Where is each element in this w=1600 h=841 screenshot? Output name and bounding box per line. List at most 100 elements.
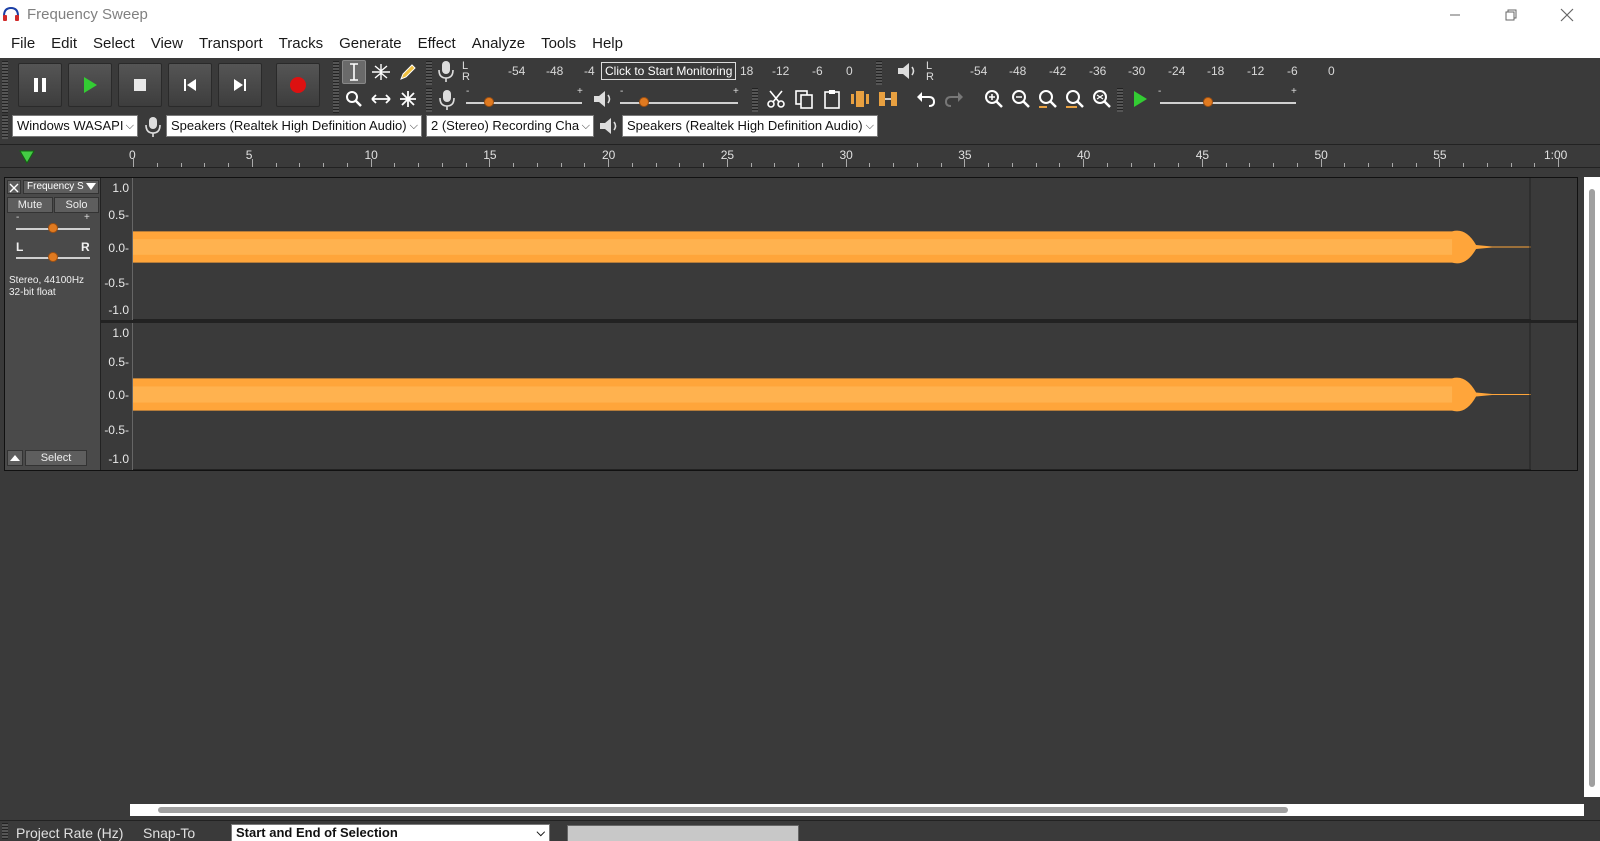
chevron-up-icon [10, 455, 20, 461]
menu-select[interactable]: Select [85, 30, 143, 58]
close-track-button[interactable] [7, 180, 21, 194]
transport-toolbar-grip[interactable] [2, 61, 8, 113]
menu-help[interactable]: Help [584, 30, 631, 58]
selection-time-field[interactable] [567, 825, 799, 841]
audio-host-value: Windows WASAPI [17, 118, 124, 133]
play-head-triangle-icon[interactable] [18, 149, 36, 165]
waveform-channel-right[interactable] [133, 323, 1531, 470]
menu-transport[interactable]: Transport [191, 30, 271, 58]
playback-meter-grip[interactable] [876, 61, 882, 85]
playback-meter-scale[interactable]: -54 -48 -42 -36 -30 -24 -18 -12 -6 0 [936, 60, 1336, 82]
amplitude-label: 0.5- [108, 355, 129, 369]
ruler-tick [394, 163, 396, 167]
microphone-icon [438, 61, 454, 82]
paste-button[interactable] [820, 87, 844, 111]
zoom-in-button[interactable] [982, 87, 1006, 111]
vertical-scroll-thumb[interactable] [1589, 189, 1595, 787]
zoom-toggle-button[interactable] [1090, 87, 1114, 111]
track-name: Frequency S [27, 181, 84, 192]
minimize-button[interactable] [1432, 0, 1478, 30]
select-track-button[interactable]: Select [25, 450, 87, 466]
collapse-track-button[interactable] [7, 450, 23, 466]
zoom-out-button[interactable] [1009, 87, 1033, 111]
play-at-speed-grip[interactable] [1117, 88, 1123, 112]
record-volume-knob[interactable] [484, 97, 495, 107]
menu-tracks[interactable]: Tracks [271, 30, 331, 58]
menu-analyze[interactable]: Analyze [464, 30, 533, 58]
horizontal-scrollbar[interactable] [130, 804, 1584, 816]
playback-meter-button[interactable] [896, 60, 918, 82]
selection-tool-button[interactable] [342, 60, 366, 84]
close-button[interactable] [1544, 0, 1590, 30]
vertical-scrollbar[interactable] [1584, 177, 1600, 797]
empty-track-area[interactable] [0, 472, 1584, 804]
waveform-channel-left[interactable] [133, 178, 1531, 320]
mixer-toolbar-grip[interactable] [426, 88, 432, 112]
track-name-menu[interactable]: Frequency S [23, 180, 99, 194]
menu-generate[interactable]: Generate [331, 30, 410, 58]
track-format-line2: 32-bit float [9, 287, 56, 298]
audio-track[interactable]: Frequency S Mute Solo - + L R Stereo, 44… [4, 177, 1578, 471]
recording-device-select[interactable]: Speakers (Realtek High Definition Audio)… [166, 115, 422, 137]
timeline-ruler[interactable]: 0 5 10 15 20 25 30 35 40 45 50 55 1:00 [0, 144, 1600, 168]
playback-volume-knob[interactable] [638, 97, 649, 107]
trim-button[interactable] [848, 87, 872, 111]
stop-button[interactable] [118, 63, 162, 107]
record-meter-grip[interactable] [426, 61, 432, 85]
horizontal-scroll-thumb[interactable] [158, 807, 1288, 813]
gain-knob[interactable] [48, 223, 58, 233]
play-at-speed-button[interactable] [1128, 87, 1152, 111]
recording-channels-select[interactable]: 2 (Stereo) Recording Chan ⌵ [426, 115, 594, 137]
monitor-tooltip[interactable]: Click to Start Monitoring [601, 62, 737, 80]
envelope-tool-button[interactable] [369, 60, 393, 84]
ruler-tick [1558, 159, 1559, 167]
record-meter-tick: -4 [584, 64, 595, 78]
playback-volume-slider[interactable] [620, 102, 738, 104]
restore-button[interactable] [1488, 0, 1534, 30]
mute-button[interactable]: Mute [7, 197, 53, 213]
redo-button[interactable] [942, 87, 966, 111]
amplitude-ruler-right: 1.0 0.5- 0.0- -0.5- -1.0 [101, 323, 133, 470]
audio-host-select[interactable]: Windows WASAPI ⌵ [12, 115, 138, 137]
device-toolbar-grip[interactable] [2, 115, 8, 139]
solo-button[interactable]: Solo [54, 197, 99, 213]
menu-effect[interactable]: Effect [410, 30, 464, 58]
fit-selection-button[interactable] [1036, 87, 1060, 111]
ruler-tick [1154, 163, 1156, 167]
playback-device-select[interactable]: Speakers (Realtek High Definition Audio)… [622, 115, 878, 137]
ruler-tick [1273, 163, 1274, 167]
tools-toolbar-grip[interactable] [333, 61, 339, 113]
record-meter-button[interactable] [434, 59, 458, 83]
menu-tools[interactable]: Tools [533, 30, 584, 58]
skip-end-icon [234, 79, 246, 91]
menu-edit[interactable]: Edit [43, 30, 85, 58]
pan-knob[interactable] [48, 252, 58, 262]
ruler-tick [1534, 163, 1536, 167]
undo-button[interactable] [914, 87, 938, 111]
timeshift-tool-button[interactable] [369, 87, 393, 111]
track-control-panel: Frequency S Mute Solo - + L R Stereo, 44… [5, 178, 101, 470]
pause-button[interactable] [18, 63, 62, 107]
fit-project-button[interactable] [1063, 87, 1087, 111]
menu-file[interactable]: File [3, 30, 43, 58]
cut-button[interactable] [764, 87, 788, 111]
skip-to-start-button[interactable] [168, 63, 212, 107]
selection-mode-select[interactable]: Start and End of Selection ⌵ [231, 824, 550, 841]
copy-button[interactable] [792, 87, 816, 111]
play-speed-plus: + [1291, 86, 1297, 97]
ruler-tick [1320, 159, 1322, 167]
play-button[interactable] [68, 63, 112, 107]
multi-tool-button[interactable] [396, 87, 420, 111]
record-button[interactable] [276, 63, 320, 107]
playback-meter-tick: -42 [1049, 64, 1067, 78]
zoom-tool-button[interactable] [342, 87, 366, 111]
play-speed-knob[interactable] [1202, 97, 1213, 107]
menu-view[interactable]: View [143, 30, 191, 58]
skip-to-end-button[interactable] [218, 63, 262, 107]
selection-toolbar-grip[interactable] [2, 823, 8, 839]
draw-tool-button[interactable] [396, 60, 420, 84]
silence-button[interactable] [876, 87, 900, 111]
play-speed-minus: - [1158, 86, 1162, 97]
play-speed-slider[interactable] [1160, 102, 1296, 104]
edit-toolbar-grip[interactable] [752, 88, 758, 112]
